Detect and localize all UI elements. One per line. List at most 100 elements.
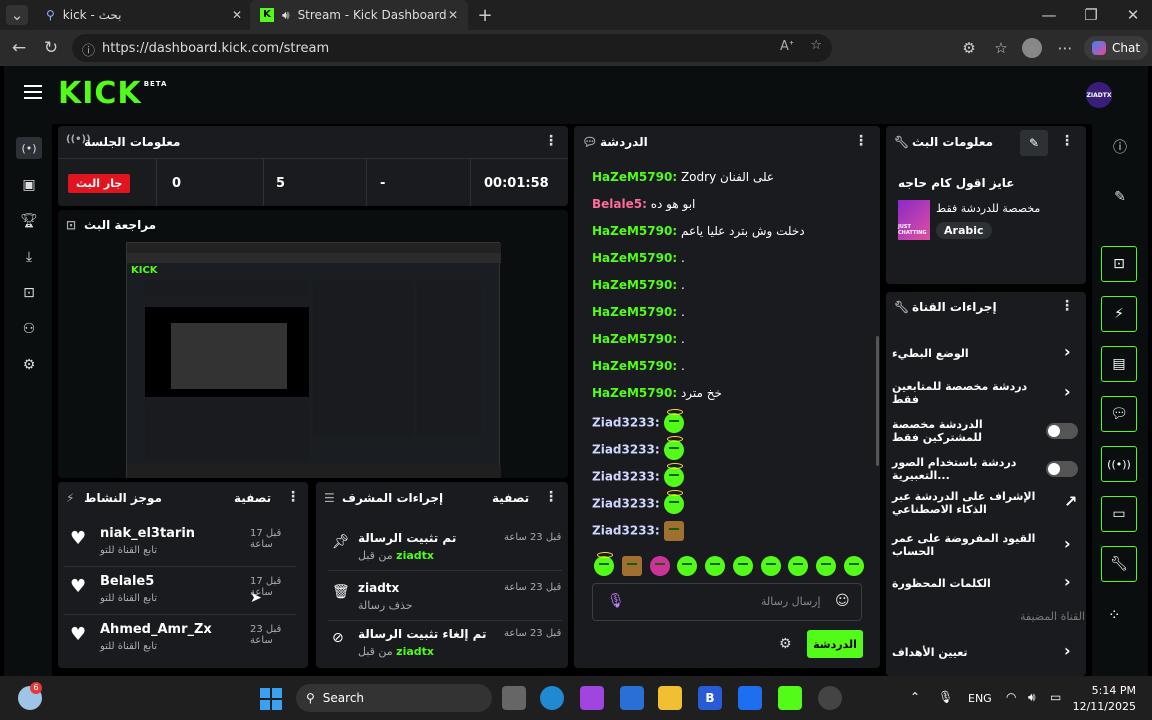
kick-logo[interactable]: KICK BETA <box>58 76 166 111</box>
task-view-icon[interactable] <box>502 686 526 710</box>
profile-avatar[interactable] <box>1022 38 1042 58</box>
chat-username[interactable]: HaZeM5790: <box>592 305 677 319</box>
toggle-switch[interactable] <box>1046 461 1078 477</box>
store-icon[interactable] <box>620 686 644 710</box>
channel-action-item[interactable]: دردشة مخصصة للمتابعين فقط › <box>892 380 1078 406</box>
new-tab-button[interactable]: + <box>474 4 496 26</box>
back-icon[interactable]: ← <box>8 37 30 59</box>
chrome-icon[interactable] <box>818 686 842 710</box>
chat-username[interactable]: HaZeM5790: <box>592 278 677 292</box>
mod-action-user[interactable]: ziadtx <box>396 549 434 562</box>
favorites-icon[interactable]: ☆ <box>990 37 1012 59</box>
notes-button[interactable]: ▤ <box>1101 346 1137 382</box>
restore-icon[interactable]: ❐ <box>1080 5 1102 25</box>
tab-list-icon[interactable]: ⌄ <box>6 5 28 25</box>
chat-username[interactable]: HaZeM5790: <box>592 224 677 238</box>
kebab-menu-icon[interactable]: ⋮ <box>286 489 300 505</box>
hamburger-menu-icon[interactable] <box>24 85 42 99</box>
chat-username[interactable]: HaZeM5790: <box>592 170 677 184</box>
stream-live-icon[interactable]: (•) <box>16 137 42 159</box>
lightning-button[interactable]: ⚡︎ <box>1101 296 1137 332</box>
upload-icon[interactable]: ⤓ <box>16 246 42 268</box>
channel-action-item[interactable]: الدردشة مخصصة للمشتركين فقط <box>892 418 1078 444</box>
chat-username[interactable]: Ziad3233: <box>592 443 660 457</box>
chat-username[interactable]: Ziad3233: <box>592 497 660 511</box>
edit-pencil-icon[interactable]: ✎ <box>1107 186 1133 208</box>
stream-category[interactable]: مخصصة للدردشة فقط <box>936 202 1040 215</box>
chat-bubble-button[interactable]: 💬︎ <box>1101 396 1137 432</box>
channel-action-item[interactable]: الوضع البطيء › <box>892 340 1078 366</box>
clock-date[interactable]: 12/11/2025 <box>1072 700 1136 713</box>
read-aloud-icon[interactable]: Aᐩ <box>780 39 794 54</box>
speaker-icon[interactable]: 🔊︎ <box>282 8 290 23</box>
microphone-icon[interactable]: 🎙︎ <box>607 593 625 609</box>
emote[interactable] <box>843 556 864 576</box>
favorite-star-icon[interactable]: ☆ <box>810 38 822 53</box>
send-chat-button[interactable]: الدردشة <box>807 630 863 658</box>
tab-search[interactable]: ⚲ kick - بحث ✕ <box>36 0 250 30</box>
clip-icon[interactable]: ⊡ <box>16 282 42 304</box>
clip-button[interactable]: ⊡ <box>1101 246 1137 282</box>
activity-username[interactable]: Ahmed_Amr_Zx <box>100 622 212 637</box>
stream-video-player[interactable]: KICK <box>126 242 501 478</box>
mod-action-user[interactable]: ziadtx <box>396 645 434 658</box>
wrench-button[interactable]: 🔧︎ <box>1101 546 1137 582</box>
emote[interactable] <box>594 552 614 576</box>
chat-username[interactable]: Ziad3233: <box>592 524 660 538</box>
kick-app-icon[interactable] <box>778 686 802 710</box>
chat-scrollbar[interactable] <box>876 336 879 466</box>
apps-icon[interactable]: ⁘ <box>1108 606 1121 624</box>
channel-action-item[interactable]: الإشراف على الدردشة عبر الذكاء الاصطناعي… <box>892 490 1078 516</box>
edge-icon[interactable] <box>540 686 564 710</box>
toggle-switch[interactable] <box>1046 423 1078 439</box>
refresh-icon[interactable]: ↻ <box>40 37 62 59</box>
emote[interactable] <box>816 556 837 576</box>
video-button[interactable]: ▭ <box>1101 496 1137 532</box>
settings-gear-icon[interactable]: ⚙ <box>16 354 42 376</box>
close-icon[interactable]: ✕ <box>448 8 458 22</box>
activity-username[interactable]: niak_el3tarin <box>100 526 195 541</box>
close-icon[interactable]: ✕ <box>232 8 242 22</box>
chat-username[interactable]: Belale5: <box>592 197 647 211</box>
dropbox-icon[interactable] <box>738 686 762 710</box>
emoji-icon[interactable]: ☺ <box>835 593 850 609</box>
language-indicator[interactable]: ENG <box>968 692 992 705</box>
copilot-app-icon[interactable] <box>580 686 604 710</box>
chat-message-input[interactable]: 🎙︎ إرسال رسالة ☺ <box>592 583 862 621</box>
mod-action-title[interactable]: ziadtx <box>358 581 399 595</box>
chat-username[interactable]: HaZeM5790: <box>592 359 677 373</box>
emote[interactable] <box>732 556 753 576</box>
users-icon[interactable]: ⚇ <box>16 318 42 340</box>
emote[interactable] <box>705 556 726 576</box>
battery-icon[interactable]: ▭ <box>1050 690 1061 704</box>
chat-username[interactable]: HaZeM5790: <box>592 386 677 400</box>
trophy-icon[interactable]: 🏆︎ <box>16 210 42 232</box>
kebab-menu-icon[interactable]: ⋮ <box>854 133 868 149</box>
kebab-menu-icon[interactable]: ⋮ <box>1060 298 1074 314</box>
chat-settings-gear-icon[interactable]: ⚙ <box>779 636 792 652</box>
channel-action-item[interactable]: القيود المفروضة على عمر الحساب › <box>892 532 1078 558</box>
kebab-menu-icon[interactable]: ⋮ <box>544 133 558 149</box>
channel-action-goals[interactable]: تعيين الأهداف › <box>892 640 1078 664</box>
windows-start-icon[interactable] <box>260 688 282 710</box>
channel-action-item[interactable]: الكلمات المحظورة › <box>892 570 1078 596</box>
wifi-icon[interactable]: ◠ <box>1006 690 1016 704</box>
copilot-chat-button[interactable]: Chat <box>1084 36 1148 60</box>
minimize-icon[interactable]: — <box>1038 5 1060 25</box>
chevron-up-icon[interactable]: ⌃ <box>910 690 920 704</box>
more-menu-icon[interactable]: ⋯ <box>1054 37 1076 59</box>
chat-username[interactable]: Ziad3233: <box>592 416 660 430</box>
kebab-menu-icon[interactable]: ⋮ <box>1060 133 1074 149</box>
url-field[interactable]: ⓘ https://dashboard.kick.com/stream Aᐩ ☆ <box>72 34 832 62</box>
channel-action-item[interactable]: دردشة باستخدام الصور التعبيرية... <box>892 456 1078 482</box>
emote[interactable] <box>649 556 670 576</box>
bluestacks-icon[interactable]: B <box>698 686 722 710</box>
close-window-icon[interactable]: ✕ <box>1122 5 1144 25</box>
activity-username[interactable]: Belale5 <box>100 574 154 589</box>
microphone-tray-icon[interactable]: 🎙︎ <box>938 690 953 704</box>
clock-time[interactable]: 5:14 PM <box>1086 684 1136 697</box>
taskbar-search[interactable]: ⚲ Search <box>296 684 492 712</box>
site-info-icon[interactable]: ⓘ <box>82 40 95 59</box>
mod-filter-button[interactable]: تصفية <box>492 491 529 505</box>
tab-kick-dashboard[interactable]: K 🔊︎ Stream - Kick Dashboard ✕ <box>250 0 468 30</box>
